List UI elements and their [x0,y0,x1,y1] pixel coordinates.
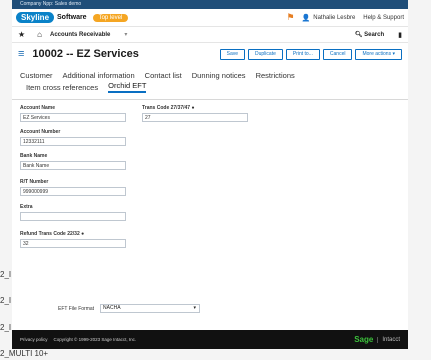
background-row: 2_I [0,296,12,305]
tab-orchid-eft[interactable]: Orchid EFT [108,81,147,93]
footer: Privacy policy Copyright © 1999-2023 Sag… [12,330,408,349]
top-level-badge[interactable]: Top level [92,13,129,22]
background-row: 2_I [0,323,12,332]
rt-number-input[interactable] [20,187,126,196]
extra-input[interactable] [20,212,126,221]
extra-label: Extra [20,204,33,210]
account-number-label: Account Number [20,129,61,135]
chevron-down-icon: ▾ [193,305,197,311]
nav-bar: ★ ⌂ Accounts Receivable ▾ 🔍︎ Search ▮ [12,27,408,43]
file-format-label: EFT File Format [58,305,95,312]
account-name-field: Account Name [20,105,126,122]
tab-row: Item cross references Orchid EFT [20,81,400,93]
chevron-down-icon[interactable]: ▾ [124,31,127,38]
more-actions-button[interactable]: More actions ▾ [355,48,402,60]
background-row: 2_MULTI 10+ [0,349,49,358]
cancel-button[interactable]: Cancel [322,48,353,60]
file-format-field: EFT File Format NACHA ▾ [58,304,201,313]
refund-trans-code-input[interactable] [20,239,126,248]
rt-number-label: R/T Number [20,179,49,185]
account-name-label: Account Name [20,105,56,111]
account-name-input[interactable] [20,113,126,122]
flag-icon[interactable]: ⚑ [286,12,294,23]
bank-name-input[interactable] [20,161,126,170]
top-bar: Skyline Software Top level ⚑ 👤 Nathalie … [12,9,408,27]
info-icon[interactable]: ● [191,105,194,111]
user-name[interactable]: Nathalie Lesbre [313,15,355,21]
save-button[interactable]: Save [219,48,246,60]
tab-item-cross-references[interactable]: Item cross references [26,83,98,92]
bank-name-field: Bank Name [20,153,126,170]
account-number-input[interactable] [20,137,126,146]
refund-trans-code-field: Refund Trans Code 22/32 ● [20,231,126,248]
bank-name-label: Bank Name [20,153,48,159]
record-header: ≡ 10002 -- EZ Services Save Duplicate Pr… [12,43,408,65]
page-title: 10002 -- EZ Services [32,48,139,60]
logo-mark[interactable]: Skyline [16,12,55,23]
refund-trans-code-label: Refund Trans Code 22/32 ● [20,231,85,237]
tab-customer[interactable]: Customer [20,71,53,80]
background-row: 2_I [0,270,12,279]
sage-logo: Sage [354,335,374,344]
menu-icon[interactable]: ≡ [18,48,24,60]
trans-code-field: Trans Code 27/37/47 ● [142,105,248,122]
search-label: Search [364,32,385,38]
more-actions-label: More actions [362,50,392,57]
trans-code-input[interactable] [142,113,248,122]
logo-text: Software [57,14,87,21]
home-icon[interactable]: ⌂ [37,30,42,39]
rt-number-field: R/T Number [20,179,126,196]
extra-field: Extra [20,204,126,221]
tab-additional-information[interactable]: Additional information [63,71,135,80]
bookmark-icon[interactable]: ▮ [398,31,402,39]
module-title[interactable]: Accounts Receivable [50,32,110,38]
duplicate-button[interactable]: Duplicate [248,48,283,60]
copyright-text: Copyright © 1999-2023 Sage Intacct, Inc. [53,337,137,342]
tab-restrictions[interactable]: Restrictions [256,71,295,80]
file-format-value: NACHA [103,305,121,311]
tab-dunning-notices[interactable]: Dunning notices [192,71,246,80]
search-button[interactable]: 🔍︎ Search [355,31,384,38]
info-icon[interactable]: ● [81,231,84,237]
tab-bar: Customer Additional information Contact … [12,65,408,100]
tab-row: Customer Additional information Contact … [20,69,400,81]
print-button[interactable]: Print to... [285,48,320,60]
account-number-field: Account Number [20,129,126,146]
eft-form: Account Name Trans Code 27/37/47 ● Accou… [12,100,408,286]
file-format-select[interactable]: NACHA ▾ [100,304,201,313]
star-icon[interactable]: ★ [18,30,25,39]
help-support-link[interactable]: Help & Support [363,15,404,21]
company-bar: Company Npp: Sales demo [12,0,408,9]
privacy-policy-link[interactable]: Privacy policy [20,337,48,342]
tab-contact-list[interactable]: Contact list [145,71,182,80]
user-icon[interactable]: 👤 [302,14,311,22]
intacct-logo: Intacct [377,336,400,343]
trans-code-label: Trans Code 27/37/47 ● [142,105,195,111]
app-window: Company Npp: Sales demo Skyline Software… [12,0,408,349]
